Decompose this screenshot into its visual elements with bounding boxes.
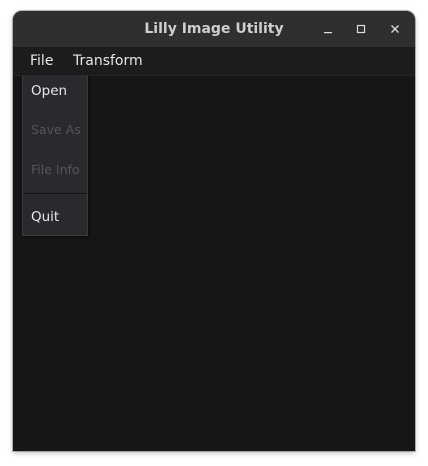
file-dropdown-menu: Open Save As File Info Quit bbox=[22, 75, 88, 236]
menu-item-open[interactable]: Open bbox=[31, 81, 67, 101]
menu-separator bbox=[23, 193, 87, 194]
maximize-icon bbox=[356, 24, 366, 34]
minimize-icon bbox=[324, 32, 332, 34]
menu-bar: File Transform bbox=[13, 47, 415, 76]
menu-file[interactable]: File bbox=[30, 47, 53, 75]
title-bar[interactable]: Lilly Image Utility bbox=[13, 11, 415, 47]
menu-item-quit[interactable]: Quit bbox=[31, 207, 59, 227]
maximize-button[interactable] bbox=[349, 17, 373, 41]
menu-item-file-info: File Info bbox=[31, 162, 80, 177]
menu-item-save-as: Save As bbox=[31, 122, 81, 137]
close-button[interactable] bbox=[383, 17, 407, 41]
menu-transform[interactable]: Transform bbox=[73, 47, 143, 75]
app-window: Lilly Image Utility File Transform Open … bbox=[13, 11, 415, 451]
close-icon bbox=[391, 25, 399, 33]
minimize-button[interactable] bbox=[316, 17, 340, 41]
